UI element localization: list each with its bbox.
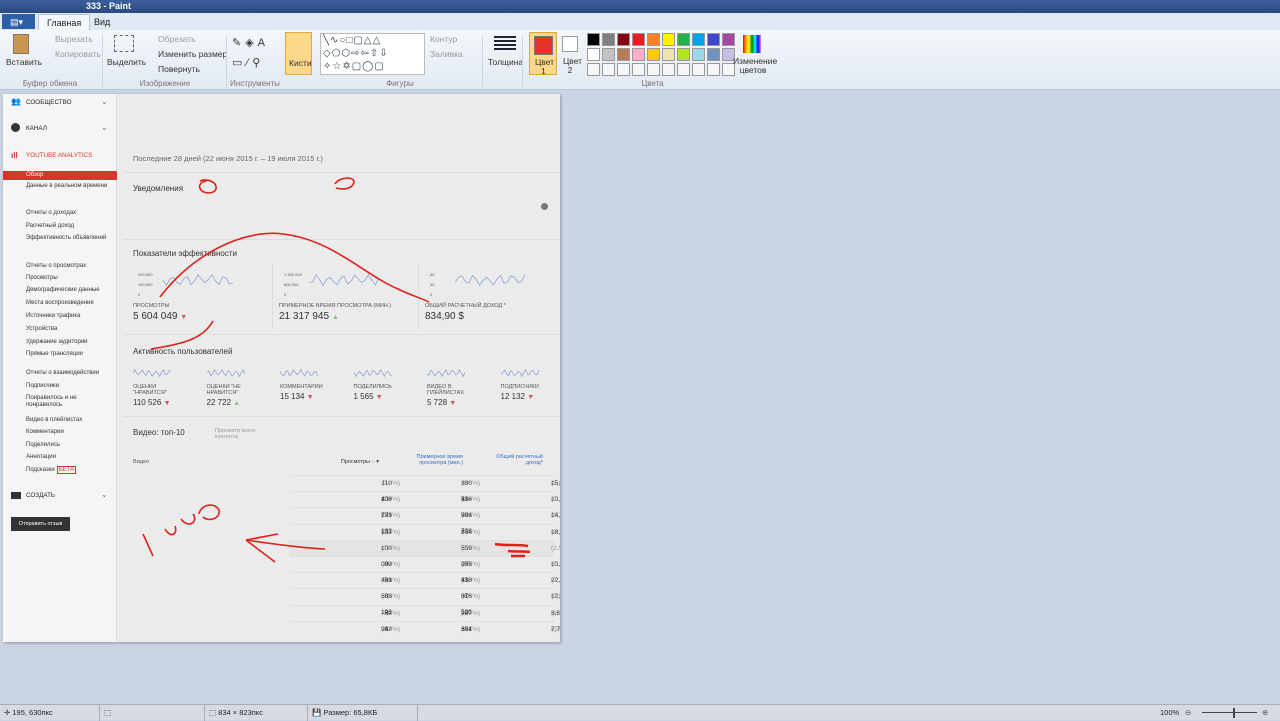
palette-empty-swatch[interactable] bbox=[707, 63, 720, 76]
zoom-slider[interactable] bbox=[1202, 712, 1257, 713]
color2-button[interactable]: Цвет 2 bbox=[563, 57, 582, 75]
palette-swatch[interactable] bbox=[602, 48, 615, 61]
annotation-circle bbox=[198, 179, 217, 194]
clipboard-group-label: Буфер обмена bbox=[22, 79, 78, 88]
select-icon bbox=[114, 35, 134, 52]
palette-swatch[interactable] bbox=[662, 48, 675, 61]
palette-empty-swatch[interactable] bbox=[677, 63, 690, 76]
shapes-gallery[interactable]: ╲∿○□▢△△ ◇⬠⬡⇨⇦⇧⇩ ✧☆✡▢◯▢ bbox=[320, 33, 425, 75]
zoom-level: 100% bbox=[1160, 708, 1180, 717]
palette-empty-swatch[interactable] bbox=[662, 63, 675, 76]
image-dimensions: 834 × 823пкс bbox=[218, 708, 263, 717]
annotation-arc bbox=[159, 232, 430, 303]
palette-swatch[interactable] bbox=[662, 33, 675, 46]
palette-swatch[interactable] bbox=[617, 33, 630, 46]
window-title: 333 - Paint bbox=[86, 1, 132, 11]
tools-group-label: Инструменты bbox=[230, 79, 280, 88]
annotation-handwriting bbox=[142, 504, 220, 557]
brushes-button[interactable]: Кисти bbox=[285, 32, 312, 75]
palette-swatch[interactable] bbox=[692, 33, 705, 46]
edit-colors-icon bbox=[743, 35, 761, 53]
file-menu-button[interactable]: ▤▾ bbox=[2, 14, 35, 29]
palette-swatch[interactable] bbox=[707, 48, 720, 61]
edit-colors-button[interactable]: Изменение цветов bbox=[733, 57, 777, 75]
shapes-group-label: Фигуры bbox=[386, 79, 414, 88]
tab-home[interactable]: Главная bbox=[38, 14, 91, 30]
cursor-position: 195, 630пкс bbox=[12, 708, 53, 717]
palette-empty-swatch[interactable] bbox=[632, 63, 645, 76]
palette-swatch[interactable] bbox=[602, 33, 615, 46]
paint-canvas[interactable]: СООБЩЕСТВО 👥 ⌄ КАНАЛ ⌄ YOUTUBE ANALYTICS ıll… bbox=[3, 94, 560, 642]
palette-swatch[interactable] bbox=[677, 48, 690, 61]
palette-empty-swatch[interactable] bbox=[692, 63, 705, 76]
palette-empty-swatch[interactable] bbox=[617, 63, 630, 76]
palette-empty-swatch[interactable] bbox=[587, 63, 600, 76]
palette-swatch[interactable] bbox=[707, 33, 720, 46]
ribbon: Вставить Вырезать Копировать Буфер обмен… bbox=[0, 30, 1280, 90]
colors-group-label: Цвета bbox=[641, 79, 664, 88]
tab-view[interactable]: Вид bbox=[86, 14, 118, 30]
size-button[interactable]: Толщина bbox=[488, 57, 523, 67]
tools-icons-2[interactable]: ▭⁄⚲ bbox=[232, 56, 264, 69]
select-button[interactable]: Выделить bbox=[107, 57, 146, 67]
palette-swatch[interactable] bbox=[647, 33, 660, 46]
resize-button[interactable]: Изменить размер bbox=[158, 49, 227, 59]
copy-button[interactable]: Копировать bbox=[55, 49, 101, 59]
color1-swatch bbox=[534, 36, 553, 55]
palette-swatch[interactable] bbox=[587, 33, 600, 46]
annotation-arrow bbox=[245, 533, 326, 563]
palette-swatch[interactable] bbox=[617, 48, 630, 61]
crop-button[interactable]: Обрезать bbox=[158, 34, 196, 44]
status-bar: ✛ 195, 630пкс ⬚ ⬚ 834 × 823пкс 💾 Размер:… bbox=[0, 704, 1280, 721]
file-size: Размер: 65,8КБ bbox=[323, 708, 378, 717]
palette-swatch[interactable] bbox=[692, 48, 705, 61]
outline-button[interactable]: Контур bbox=[430, 34, 457, 44]
cut-button[interactable]: Вырезать bbox=[55, 34, 93, 44]
annotation-scribble bbox=[494, 542, 531, 558]
palette-swatch[interactable] bbox=[722, 33, 735, 46]
tools-icons[interactable]: ✎◈A bbox=[232, 36, 269, 49]
color1-button[interactable]: Цвет 1 bbox=[529, 32, 557, 76]
zoom-out-button[interactable]: ⊖ bbox=[1185, 705, 1191, 721]
color1-label: Цвет 1 bbox=[535, 57, 555, 76]
annotation-stroke bbox=[150, 320, 214, 350]
paste-button[interactable]: Вставить bbox=[6, 57, 42, 67]
palette-swatch[interactable] bbox=[587, 48, 600, 61]
palette-empty-swatch[interactable] bbox=[602, 63, 615, 76]
palette-swatch[interactable] bbox=[632, 48, 645, 61]
rotate-button[interactable]: Повернуть bbox=[158, 64, 200, 74]
annotation-circle bbox=[334, 177, 355, 190]
zoom-slider-thumb[interactable] bbox=[1233, 708, 1235, 718]
image-group-label: Изображение bbox=[139, 79, 191, 88]
palette-swatch[interactable] bbox=[632, 33, 645, 46]
red-annotations bbox=[142, 177, 531, 563]
selection-size: ⬚ bbox=[100, 705, 205, 721]
palette-swatch[interactable] bbox=[677, 33, 690, 46]
zoom-in-button[interactable]: ⊕ bbox=[1262, 705, 1268, 721]
palette-swatch[interactable] bbox=[647, 48, 660, 61]
title-bar: 333 - Paint bbox=[0, 0, 1280, 13]
ribbon-tabs: ▤▾ Главная Вид bbox=[0, 13, 1280, 30]
paste-icon bbox=[13, 34, 29, 54]
brushes-label: Кисти bbox=[289, 58, 312, 68]
color2-swatch[interactable] bbox=[562, 36, 578, 52]
palette-empty-swatch[interactable] bbox=[647, 63, 660, 76]
size-icon bbox=[494, 36, 516, 50]
fill-button[interactable]: Заливка bbox=[430, 49, 463, 59]
